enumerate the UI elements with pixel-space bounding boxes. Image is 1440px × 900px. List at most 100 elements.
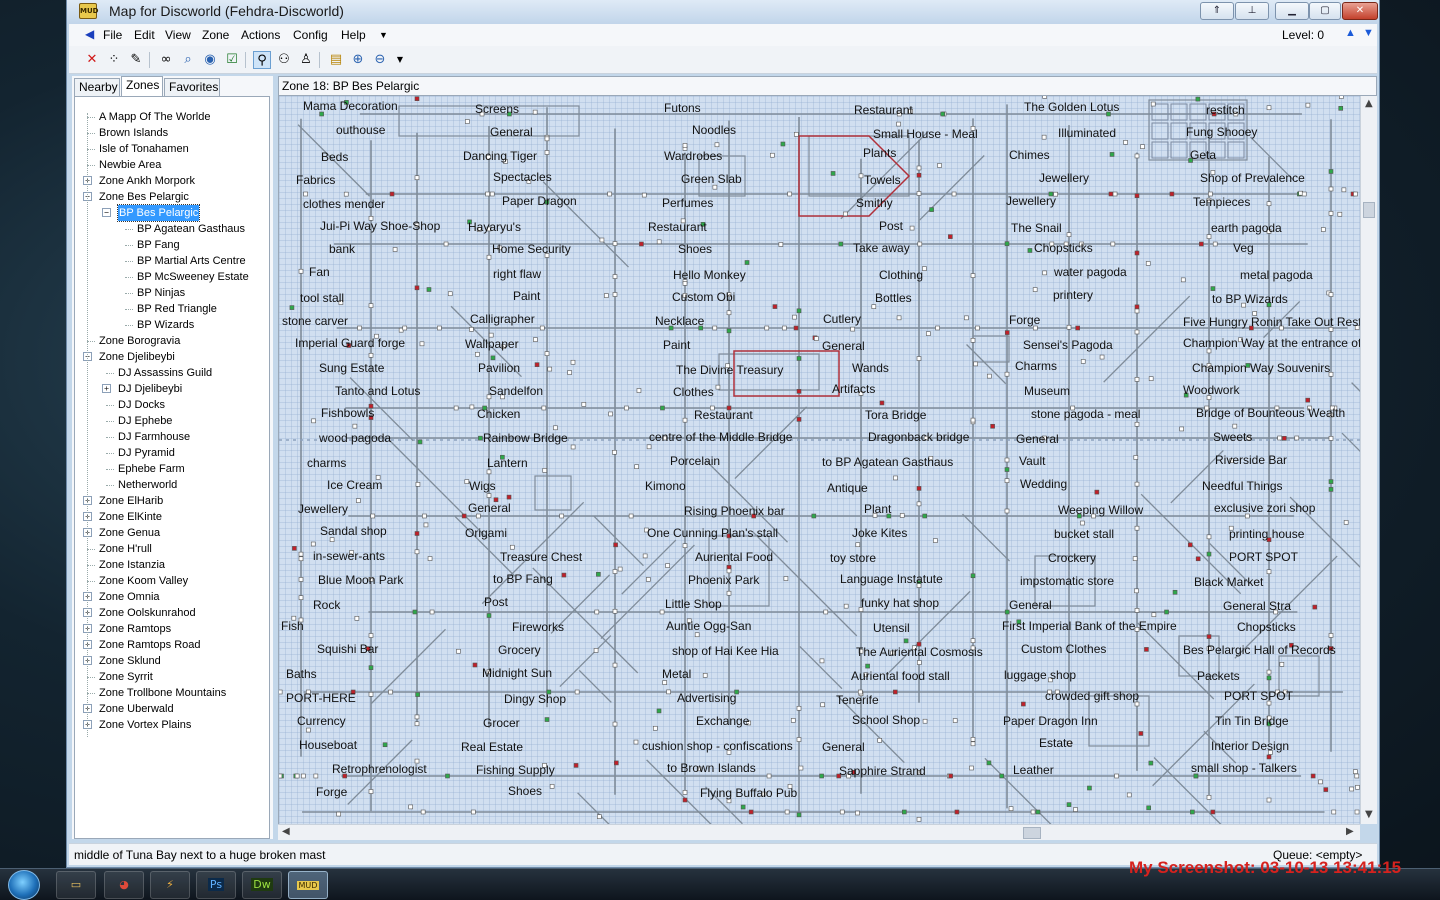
tree-item-label[interactable]: Zone Ramtops Road bbox=[99, 637, 201, 653]
map-room-label[interactable]: Bes Pelargic Hall of Records bbox=[1183, 644, 1336, 657]
map-room-label[interactable]: Perfumes bbox=[662, 197, 713, 210]
map-room-label[interactable]: Green Slab bbox=[681, 173, 742, 186]
tree-item[interactable]: Zone Trollbone Mountains bbox=[75, 685, 269, 701]
map-room-label[interactable]: Blue Moon Park bbox=[318, 574, 403, 587]
tree-item[interactable]: DJ Farmhouse bbox=[75, 429, 269, 445]
tree-item[interactable]: BP McSweeney Estate bbox=[75, 269, 269, 285]
chrome-taskbar-button[interactable]: ◕ bbox=[104, 871, 144, 899]
tree-item-label[interactable]: BP Bes Pelargic bbox=[116, 204, 201, 222]
scroll-left-icon[interactable]: ◀ bbox=[282, 826, 290, 837]
tree-item-label[interactable]: Zone Ramtops bbox=[99, 621, 171, 637]
menu-help[interactable]: Help bbox=[341, 28, 366, 42]
map-room-label[interactable]: exclusive zori shop bbox=[1214, 502, 1315, 515]
map-room-label[interactable]: Vault bbox=[1019, 455, 1045, 468]
tree-item[interactable]: + Zone Genua bbox=[75, 525, 269, 541]
tree-item[interactable]: Zone Syrrit bbox=[75, 669, 269, 685]
map-room-label[interactable]: Chimes bbox=[1009, 149, 1050, 162]
map-room-label[interactable]: Chicken bbox=[477, 408, 520, 421]
map-room-label[interactable]: Forge bbox=[1009, 314, 1040, 327]
map-room-label[interactable]: Paint bbox=[663, 339, 690, 352]
tree-item[interactable]: DJ Assassins Guild bbox=[75, 365, 269, 381]
map-room-label[interactable]: Wigs bbox=[469, 480, 496, 493]
zone-tree[interactable]: A Mapp Of The Worlde Brown Islands Isle of… bbox=[74, 96, 270, 839]
map-room-label[interactable]: Midnight Sun bbox=[482, 667, 552, 680]
map-room-label[interactable]: stone carver bbox=[282, 315, 348, 328]
map-room-label[interactable]: Fishbowls bbox=[321, 407, 374, 420]
map-room-label[interactable]: Fishing Supply bbox=[476, 764, 555, 777]
maximize-button[interactable]: ▢ bbox=[1309, 2, 1341, 20]
map-room-label[interactable]: Paper Dragon bbox=[502, 195, 577, 208]
map-icon[interactable]: ▤ bbox=[327, 51, 345, 69]
delete-icon[interactable]: ✕ bbox=[83, 51, 101, 69]
map-room-label[interactable]: Interior Design bbox=[1211, 740, 1289, 753]
tree-item-label[interactable]: DJ Assassins Guild bbox=[118, 365, 212, 381]
map-room-label[interactable]: Crockery bbox=[1048, 552, 1096, 565]
map-room-label[interactable]: in-sewer-ants bbox=[313, 550, 385, 563]
tree-item-label[interactable]: DJ Pyramid bbox=[118, 445, 175, 461]
map-room-label[interactable]: Paint bbox=[513, 290, 540, 303]
tree-item-label[interactable]: Netherworld bbox=[118, 477, 177, 493]
map-room-label[interactable]: Tora Bridge bbox=[865, 409, 926, 422]
tree-item[interactable]: BP Ninjas bbox=[75, 285, 269, 301]
map-room-label[interactable]: Woodwork bbox=[1183, 384, 1239, 397]
map-room-label[interactable]: Metal bbox=[662, 668, 691, 681]
map-room-label[interactable]: Tanto and Lotus bbox=[335, 385, 420, 398]
close-button[interactable]: ✕ bbox=[1342, 2, 1378, 20]
map-room-label[interactable]: Imperial Guard forge bbox=[295, 337, 405, 350]
map-room-label[interactable]: Tempieces bbox=[1193, 196, 1250, 209]
map-room-label[interactable]: Chopsticks bbox=[1237, 621, 1296, 634]
tree-item-label[interactable]: Zone Istanzia bbox=[99, 557, 165, 573]
map-room-label[interactable]: General bbox=[490, 126, 533, 139]
map-room-label[interactable]: Needful Things bbox=[1202, 480, 1283, 493]
tree-item[interactable]: + Zone Uberwald bbox=[75, 701, 269, 717]
map-room-label[interactable]: Jewellery bbox=[298, 503, 348, 516]
map-room-label[interactable]: Cutlery bbox=[823, 313, 861, 326]
map-room-label[interactable]: Language Instatute bbox=[840, 573, 943, 586]
map-room-label[interactable]: Rainbow Bridge bbox=[483, 432, 568, 445]
map-room-label[interactable]: cushion shop - confiscations bbox=[642, 740, 793, 753]
map-room-label[interactable]: Dancing Tiger bbox=[463, 150, 537, 163]
map-room-label[interactable]: General bbox=[822, 741, 865, 754]
map-room-label[interactable]: wood pagoda bbox=[319, 432, 391, 445]
tree-item[interactable]: Zone Istanzia bbox=[75, 557, 269, 573]
map-room-label[interactable]: Lantern bbox=[487, 457, 528, 470]
level-up-icon[interactable]: ▲ bbox=[1345, 27, 1356, 39]
map-room-label[interactable]: Jewellery bbox=[1039, 172, 1089, 185]
map-room-label[interactable]: First Imperial Bank of the Empire bbox=[1002, 620, 1177, 633]
map-room-label[interactable]: Plant bbox=[864, 503, 891, 516]
tree-item[interactable]: + Zone Oolskunrahod bbox=[75, 605, 269, 621]
map-room-label[interactable]: Paper Dragon Inn bbox=[1003, 715, 1098, 728]
map-room-label[interactable]: Jui-Pi Way Shoe-Shop bbox=[320, 220, 440, 233]
map-room-label[interactable]: Dingy Shop bbox=[504, 693, 566, 706]
map-room-label[interactable]: Small House - Meal bbox=[873, 128, 978, 141]
tree-item[interactable]: + Zone Ramtops Road bbox=[75, 637, 269, 653]
tree-item[interactable]: + Zone Ramtops bbox=[75, 621, 269, 637]
map-room-label[interactable]: Geta bbox=[1190, 149, 1216, 162]
menu-view[interactable]: View bbox=[165, 28, 191, 42]
tree-item[interactable]: BP Fang bbox=[75, 237, 269, 253]
explorer-taskbar-button[interactable]: ▭ bbox=[56, 871, 96, 899]
run-icon[interactable]: ⚇ bbox=[275, 51, 293, 69]
mud-app-icon[interactable]: MUD bbox=[79, 3, 98, 19]
map-room-label[interactable]: PORT-HERE bbox=[286, 692, 356, 705]
map-room-label[interactable]: Wardrobes bbox=[664, 150, 722, 163]
map-room-label[interactable]: Black Market bbox=[1194, 576, 1263, 589]
tree-item[interactable]: Zone Borogravia bbox=[75, 333, 269, 349]
binoculars-icon[interactable]: ∞ bbox=[157, 51, 175, 69]
map-room-label[interactable]: Restaurant bbox=[694, 409, 753, 422]
map-room-label[interactable]: right flaw bbox=[493, 268, 541, 281]
map-room-label[interactable]: Forge bbox=[316, 786, 347, 799]
map-room-label[interactable]: Smithy bbox=[856, 197, 893, 210]
map-room-label[interactable]: Houseboat bbox=[299, 739, 357, 752]
map-room-label[interactable]: Wands bbox=[852, 362, 889, 375]
map-room-label[interactable]: Currency bbox=[297, 715, 346, 728]
map-room-label[interactable]: Grocer bbox=[483, 717, 520, 730]
map-room-label[interactable]: Wedding bbox=[1020, 478, 1067, 491]
tree-item[interactable]: DJ Docks bbox=[75, 397, 269, 413]
map-room-label[interactable]: Origami bbox=[465, 527, 507, 540]
tree-item[interactable]: + Zone ElKinte bbox=[75, 509, 269, 525]
map-room-label[interactable]: Tin Tin Bridge bbox=[1215, 715, 1289, 728]
map-room-label[interactable]: shop of Hai Kee Hia bbox=[672, 645, 779, 658]
tree-item-label[interactable]: DJ Ephebe bbox=[118, 413, 172, 429]
zoom-out-icon[interactable]: ⊖ bbox=[371, 51, 389, 69]
